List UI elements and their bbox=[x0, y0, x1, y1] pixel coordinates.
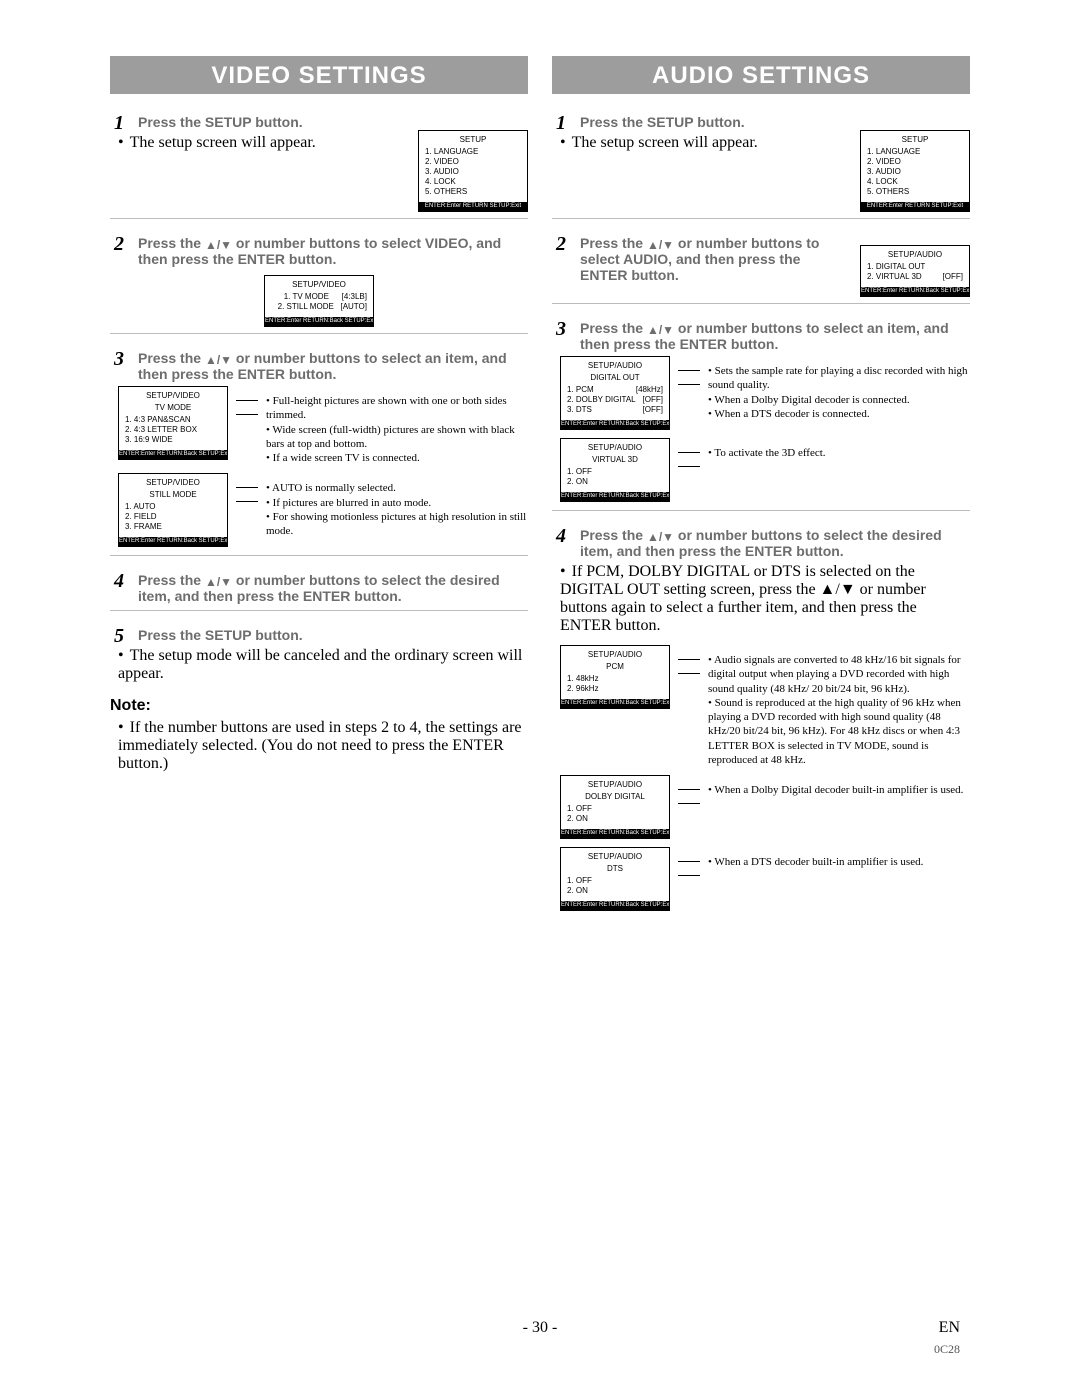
osd-tv-mode: SETUP/VIDEO TV MODE 1. 4:3 PAN&SCAN 2. 4… bbox=[118, 386, 228, 460]
step-body: The setup screen will appear. bbox=[560, 134, 850, 152]
step-number: 2 bbox=[114, 233, 134, 256]
digital-out-diagram: SETUP/AUDIO DIGITAL OUT 1. PCM[48kHz] 2.… bbox=[560, 356, 970, 430]
step-number: 3 bbox=[114, 348, 134, 371]
step-number: 1 bbox=[556, 112, 576, 135]
manual-page: VIDEO SETTINGS 1 Press the SETUP button.… bbox=[0, 0, 1080, 1397]
osd-virtual-3d: SETUP/AUDIO VIRTUAL 3D 1. OFF 2. ON ENTE… bbox=[560, 438, 670, 502]
osd-pcm: SETUP/AUDIO PCM 1. 48kHz 2. 96kHz ENTER:… bbox=[560, 645, 670, 709]
step-head: Press the SETUP button. bbox=[138, 621, 528, 643]
step-head: Press the ▲/▼ or number buttons to selec… bbox=[138, 344, 528, 382]
step-number: 5 bbox=[114, 625, 134, 648]
tv-mode-descriptions: Full-height pictures are shown with one … bbox=[266, 386, 528, 465]
video-step-5: 5 Press the SETUP button. The setup mode… bbox=[110, 621, 528, 683]
step-body: The setup mode will be canceled and the … bbox=[118, 647, 528, 683]
step-head: Press the ▲/▼ or number buttons to selec… bbox=[580, 521, 970, 559]
audio-step-2: 2 Press the ▲/▼ or number buttons to sel… bbox=[552, 229, 970, 304]
page-number: - 30 - bbox=[0, 1319, 1080, 1337]
osd-dolby: SETUP/AUDIO DOLBY DIGITAL 1. OFF 2. ON E… bbox=[560, 775, 670, 839]
up-down-arrow-icon: ▲/▼ bbox=[647, 238, 674, 252]
step-head: Press the ▲/▼ or number buttons to selec… bbox=[138, 229, 528, 267]
step-number: 3 bbox=[556, 318, 576, 341]
step-number: 1 bbox=[114, 112, 134, 135]
audio-settings-column: AUDIO SETTINGS 1 Press the SETUP button.… bbox=[552, 56, 970, 921]
step-head: Press the ▲/▼ or number buttons to selec… bbox=[138, 566, 528, 604]
audio-step-4: 4 Press the ▲/▼ or number buttons to sel… bbox=[552, 521, 970, 911]
osd-setup: SETUP 1. LANGUAGE 2. VIDEO 3. AUDIO 4. L… bbox=[418, 130, 528, 212]
up-down-arrow-icon: ▲/▼ bbox=[647, 530, 674, 544]
video-settings-column: VIDEO SETTINGS 1 Press the SETUP button.… bbox=[110, 56, 528, 921]
step-body: If PCM, DOLBY DIGITAL or DTS is selected… bbox=[560, 563, 970, 635]
page-code: 0C28 bbox=[934, 1342, 960, 1357]
osd-digital-out: SETUP/AUDIO DIGITAL OUT 1. PCM[48kHz] 2.… bbox=[560, 356, 670, 430]
osd-setup-video: SETUP/VIDEO 1. TV MODE[4:3LB] 2. STILL M… bbox=[264, 275, 374, 327]
note-heading: Note: bbox=[110, 697, 528, 715]
dts-diagram: SETUP/AUDIO DTS 1. OFF 2. ON ENTER:Enter… bbox=[560, 847, 970, 911]
audio-step-1: 1 Press the SETUP button. The setup scre… bbox=[552, 108, 970, 219]
video-step-3: 3 Press the ▲/▼ or number buttons to sel… bbox=[110, 344, 528, 556]
osd-setup-audio: SETUP/AUDIO 1. DIGITAL OUT 2. VIRTUAL 3D… bbox=[860, 245, 970, 297]
audio-step-3: 3 Press the ▲/▼ or number buttons to sel… bbox=[552, 314, 970, 511]
video-step-4: 4 Press the ▲/▼ or number buttons to sel… bbox=[110, 566, 528, 611]
tv-mode-diagram: SETUP/VIDEO TV MODE 1. 4:3 PAN&SCAN 2. 4… bbox=[118, 386, 528, 465]
osd-setup: SETUP 1. LANGUAGE 2. VIDEO 3. AUDIO 4. L… bbox=[860, 130, 970, 212]
digital-out-descriptions: Sets the sample rate for playing a disc … bbox=[708, 356, 970, 421]
up-down-arrow-icon: ▲/▼ bbox=[205, 238, 232, 252]
step-head: Press the SETUP button. bbox=[580, 108, 970, 130]
step-head: Press the SETUP button. bbox=[138, 108, 528, 130]
step-number: 4 bbox=[114, 570, 134, 593]
dolby-diagram: SETUP/AUDIO DOLBY DIGITAL 1. OFF 2. ON E… bbox=[560, 775, 970, 839]
video-step-2: 2 Press the ▲/▼ or number buttons to sel… bbox=[110, 229, 528, 334]
step-body: The setup screen will appear. bbox=[118, 134, 408, 152]
still-mode-diagram: SETUP/VIDEO STILL MODE 1. AUTO 2. FIELD … bbox=[118, 473, 528, 547]
video-step-1: 1 Press the SETUP button. The setup scre… bbox=[110, 108, 528, 219]
dts-descriptions: When a DTS decoder built-in amplifier is… bbox=[708, 847, 970, 869]
osd-still-mode: SETUP/VIDEO STILL MODE 1. AUTO 2. FIELD … bbox=[118, 473, 228, 547]
step-head: Press the ▲/▼ or number buttons to selec… bbox=[580, 314, 970, 352]
osd-dts: SETUP/AUDIO DTS 1. OFF 2. ON ENTER:Enter… bbox=[560, 847, 670, 911]
step-number: 4 bbox=[556, 525, 576, 548]
virtual-3d-descriptions: To activate the 3D effect. bbox=[708, 438, 970, 460]
pcm-descriptions: Audio signals are converted to 48 kHz/16… bbox=[708, 645, 970, 767]
still-mode-descriptions: AUTO is normally selected. If pictures a… bbox=[266, 473, 528, 538]
pcm-diagram: SETUP/AUDIO PCM 1. 48kHz 2. 96kHz ENTER:… bbox=[560, 645, 970, 767]
page-language: EN bbox=[939, 1319, 960, 1337]
up-down-arrow-icon: ▲/▼ bbox=[205, 575, 232, 589]
up-down-arrow-icon: ▲/▼ bbox=[647, 323, 674, 337]
virtual-3d-diagram: SETUP/AUDIO VIRTUAL 3D 1. OFF 2. ON ENTE… bbox=[560, 438, 970, 502]
step-number: 2 bbox=[556, 233, 576, 256]
dolby-descriptions: When a Dolby Digital decoder built-in am… bbox=[708, 775, 970, 797]
note-body: If the number buttons are used in steps … bbox=[118, 719, 528, 773]
up-down-arrow-icon: ▲/▼ bbox=[205, 353, 232, 367]
audio-title: AUDIO SETTINGS bbox=[552, 56, 970, 94]
video-title: VIDEO SETTINGS bbox=[110, 56, 528, 94]
